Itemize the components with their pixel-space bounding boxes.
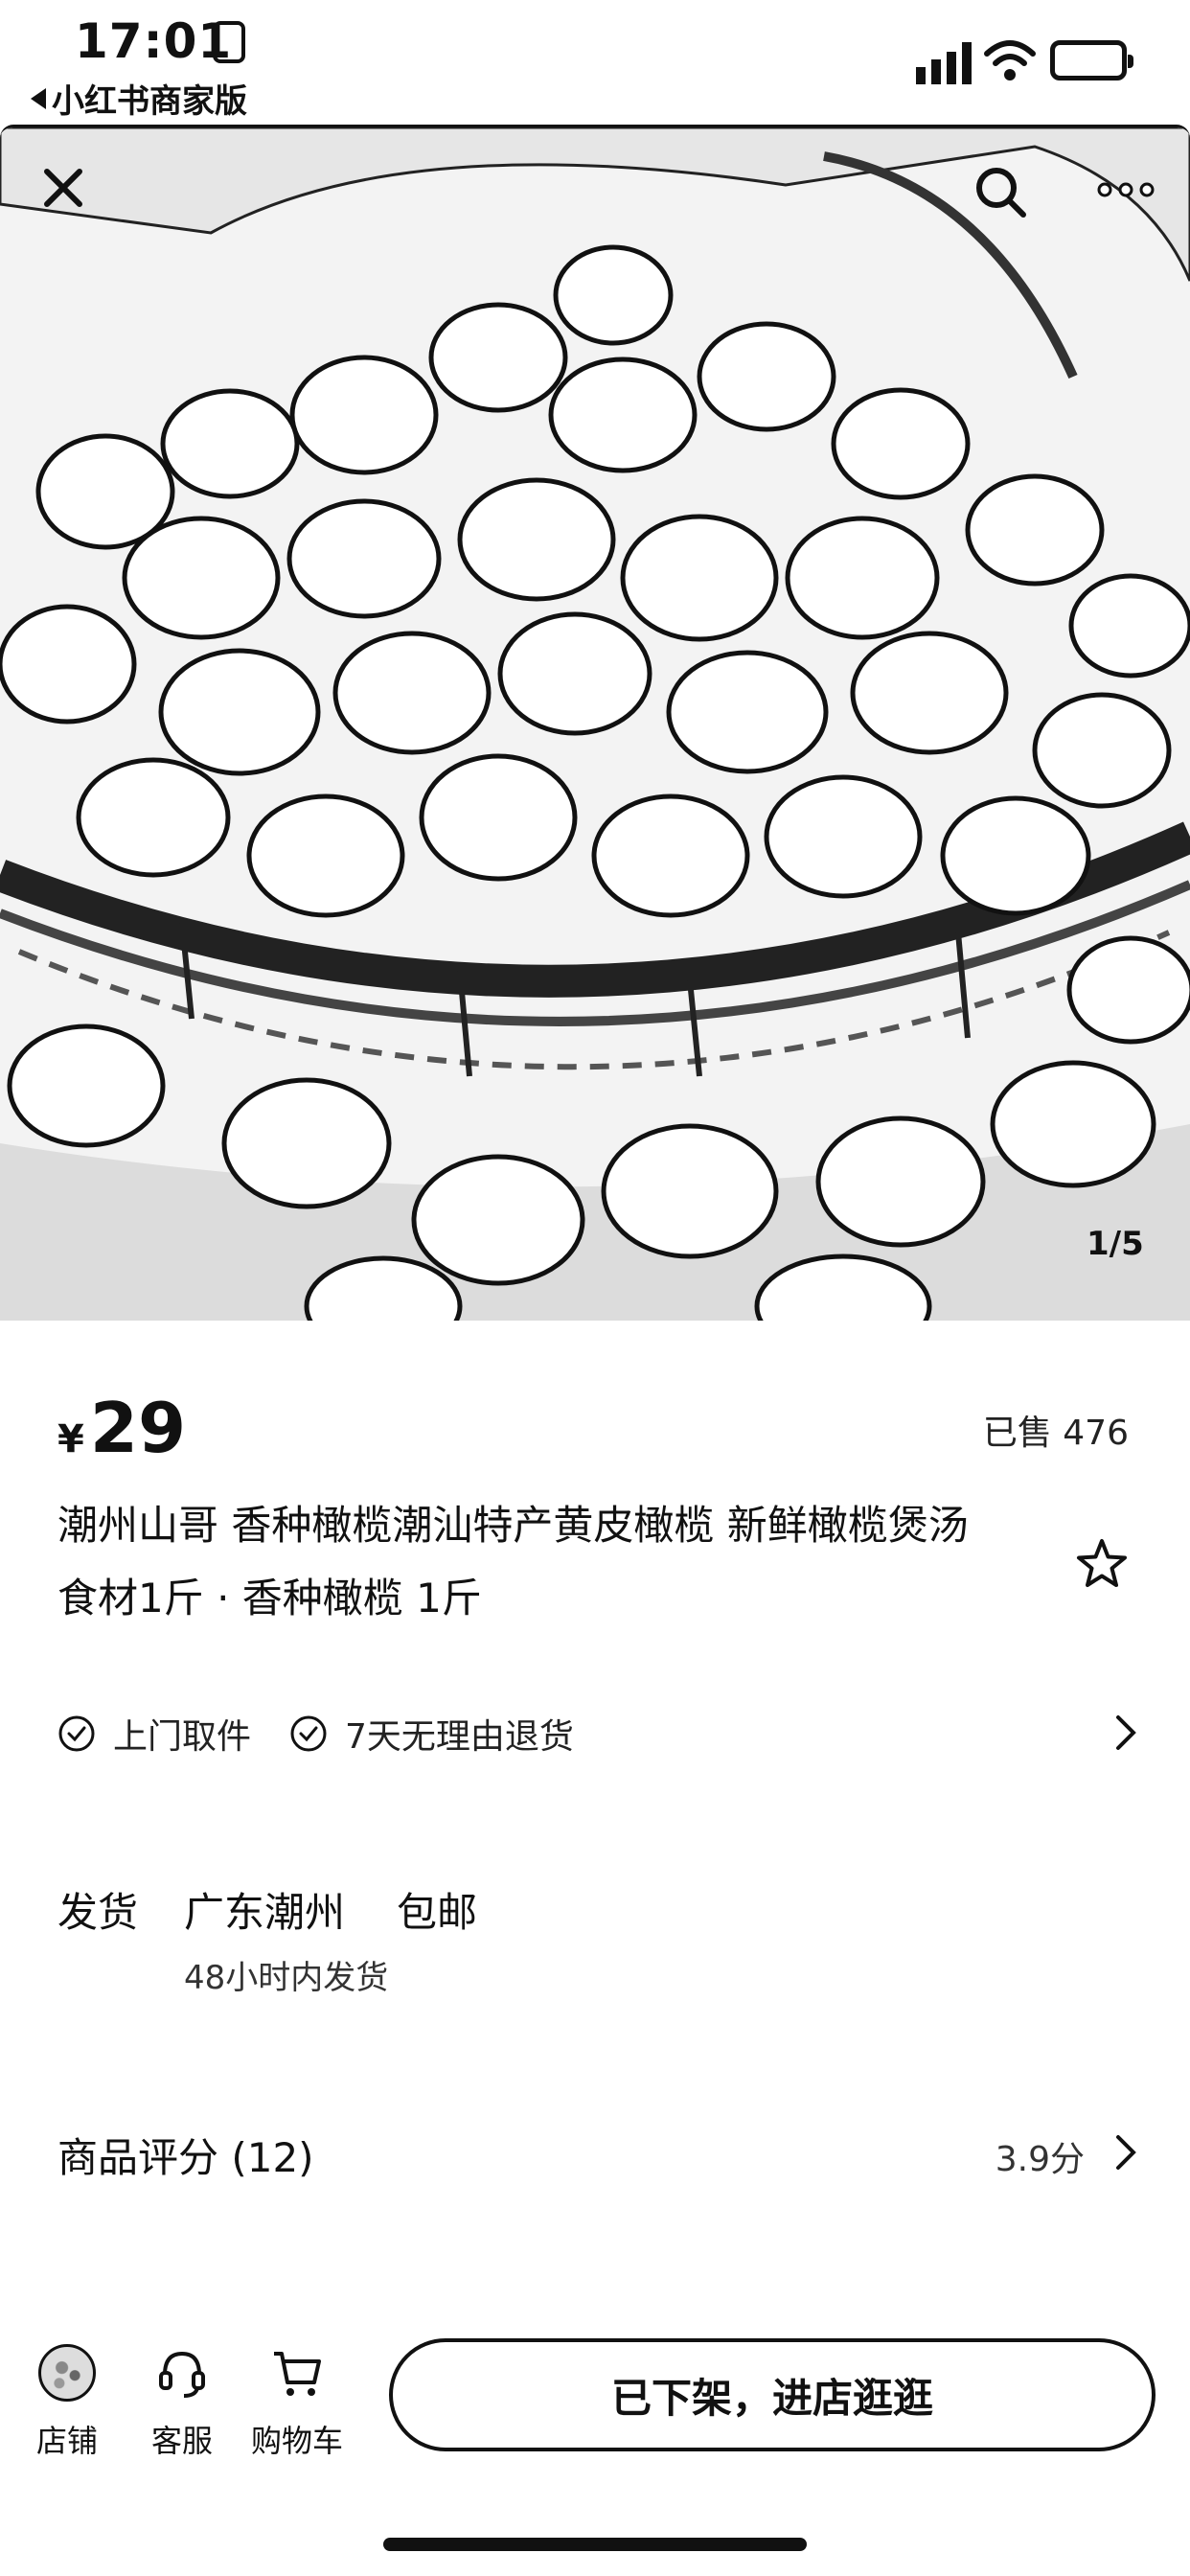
search-button[interactable]	[968, 159, 1035, 226]
person-badge-icon	[213, 21, 245, 63]
store-avatar-icon	[36, 2342, 98, 2404]
back-to-app-link[interactable]: 小红书商家版	[31, 75, 247, 122]
price: ¥ 29	[57, 1388, 186, 1468]
olives-basket-illustration	[0, 127, 1190, 1321]
shopping-cart-icon	[274, 2352, 321, 2396]
service-item-returns: 7天无理由退货	[289, 1709, 574, 1759]
store-tab[interactable]: 店铺	[10, 2342, 125, 2461]
wifi-icon	[984, 40, 1036, 80]
home-indicator[interactable]	[383, 2538, 807, 2551]
store-label: 店铺	[35, 2423, 98, 2459]
chevron-right-icon[interactable]	[1113, 1714, 1138, 1752]
check-circle-icon	[58, 1715, 95, 1752]
back-triangle-icon	[31, 87, 46, 109]
service-label: 上门取件	[113, 1717, 252, 1757]
shipping-origin: 广东潮州	[184, 1889, 346, 1936]
product-title: 潮州山哥 香种橄榄潮汕特产黄皮橄榄 新鲜橄榄煲汤食材1斤 · 香种橄榄 1斤	[57, 1502, 969, 1622]
sold-count: 已售 476	[982, 1414, 1129, 1453]
service-guarantees[interactable]: 上门取件 7天无理由退货	[57, 1710, 1140, 1758]
rating-score[interactable]: 3.9分	[995, 2131, 1085, 2181]
back-app-label: 小红书商家版	[52, 82, 247, 121]
price-value: 29	[89, 1388, 187, 1468]
shipping-time: 48小时内发货	[184, 1959, 389, 1997]
rating-title[interactable]: 商品评分 (12)	[57, 2126, 314, 2184]
more-icon	[1097, 182, 1155, 197]
shipping-fee: 包邮	[397, 1889, 478, 1936]
image-counter: 1/5	[1087, 1225, 1144, 1263]
cart-tab[interactable]: 购物车	[240, 2342, 355, 2461]
check-circle-icon	[290, 1715, 327, 1752]
visit-store-button[interactable]: 已下架，进店逛逛	[389, 2338, 1156, 2451]
customer-service-tab[interactable]: 客服	[125, 2342, 240, 2461]
currency-symbol: ¥	[57, 1417, 84, 1461]
service-item-pickup: 上门取件	[57, 1709, 251, 1759]
service-label: 7天无理由退货	[345, 1717, 574, 1757]
shipping-label: 发货	[57, 1889, 139, 1936]
star-outline-icon[interactable]	[1075, 1537, 1129, 1591]
service-label: 客服	[150, 2423, 213, 2459]
chevron-right-icon[interactable]	[1113, 2133, 1138, 2172]
headset-icon	[159, 2351, 205, 2398]
battery-icon	[1050, 40, 1133, 80]
cart-label: 购物车	[250, 2423, 343, 2459]
close-button[interactable]	[34, 159, 92, 217]
product-image-gallery[interactable]	[0, 125, 1190, 1321]
status-time: 17:01	[75, 13, 233, 69]
close-icon	[44, 169, 82, 207]
cellular-signal-icon	[916, 42, 972, 84]
search-icon	[976, 168, 1026, 218]
more-button[interactable]	[1092, 171, 1159, 209]
